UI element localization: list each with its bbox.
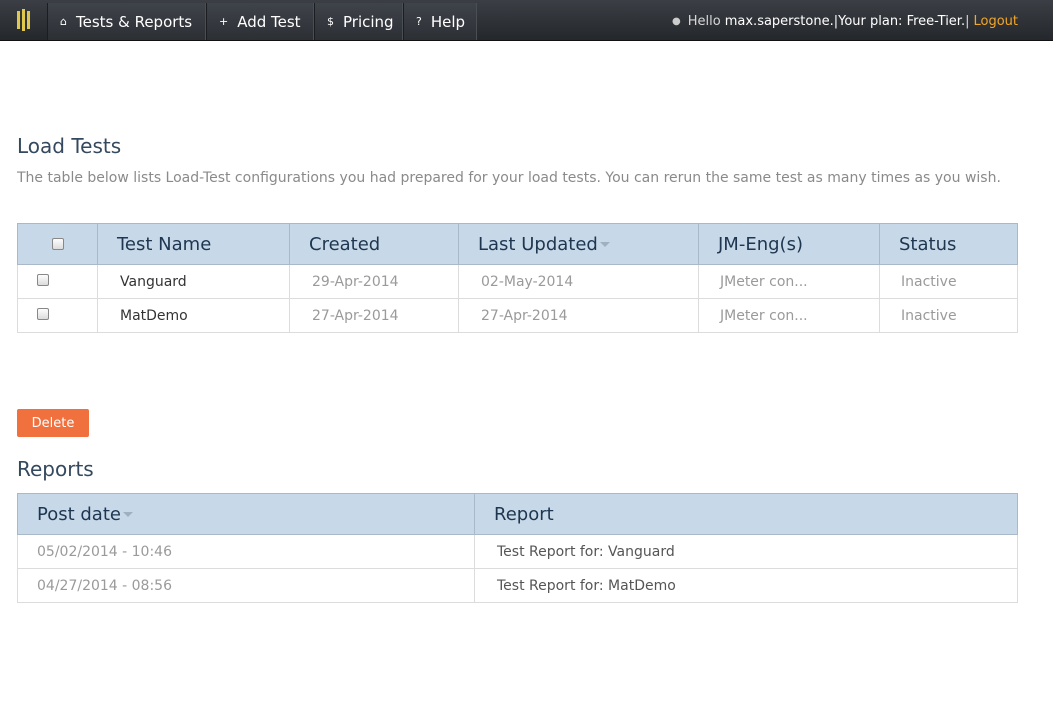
- load-tests-table: Test Name Created Last Updated JM-Eng(s)…: [17, 223, 1018, 333]
- test-name-link[interactable]: MatDemo: [97, 298, 290, 333]
- reports-title: Reports: [17, 457, 94, 481]
- nav-pricing[interactable]: $ Pricing: [314, 3, 403, 40]
- logo-icon[interactable]: [0, 0, 46, 40]
- engines-cell: JMeter con...: [698, 298, 880, 333]
- delete-button[interactable]: Delete: [17, 409, 89, 437]
- separator: |: [965, 14, 970, 29]
- home-icon: ⌂: [60, 15, 67, 28]
- row-select-cell: [17, 298, 98, 333]
- report-link[interactable]: Test Report for: Vanguard: [474, 534, 1018, 569]
- col-created[interactable]: Created: [289, 223, 459, 265]
- nav-tests-reports-label: Tests & Reports: [75, 12, 193, 31]
- updated-cell: 27-Apr-2014: [458, 298, 699, 333]
- reports-header-row: Post date Report: [17, 493, 1018, 535]
- select-all-header: [17, 223, 98, 265]
- col-last-updated-label: Last Updated: [478, 233, 598, 255]
- nav-tests-reports[interactable]: ⌂ Tests & Reports: [47, 3, 206, 40]
- post-date-cell: 04/27/2014 - 08:56: [17, 568, 475, 603]
- sort-desc-icon: [599, 242, 610, 247]
- created-cell: 29-Apr-2014: [289, 264, 459, 299]
- status-cell: Inactive: [879, 298, 1018, 333]
- updated-cell: 02-May-2014: [458, 264, 699, 299]
- row-checkbox[interactable]: [37, 273, 49, 286]
- question-icon: ?: [416, 15, 422, 28]
- report-link[interactable]: Test Report for: MatDemo: [474, 568, 1018, 603]
- col-post-date[interactable]: Post date: [17, 493, 475, 535]
- logout-link[interactable]: Logout: [973, 14, 1018, 29]
- row-checkbox[interactable]: [37, 307, 49, 320]
- user-bar: ● Hello max.saperstone. |Your plan: Free…: [672, 14, 1018, 29]
- col-last-updated[interactable]: Last Updated: [458, 223, 699, 265]
- col-report[interactable]: Report: [474, 493, 1018, 535]
- table-row: MatDemo 27-Apr-2014 27-Apr-2014 JMeter c…: [17, 298, 1018, 333]
- status-cell: Inactive: [879, 264, 1018, 299]
- table-row: Vanguard 29-Apr-2014 02-May-2014 JMeter …: [17, 264, 1018, 299]
- col-jm-engs[interactable]: JM-Eng(s): [698, 223, 880, 265]
- load-tests-description: The table below lists Load-Test configur…: [17, 170, 1001, 186]
- top-navbar: ⌂ Tests & Reports + Add Test $ Pricing ?…: [0, 0, 1053, 41]
- col-post-date-label: Post date: [37, 503, 121, 525]
- reports-table: Post date Report 05/02/2014 - 10:46 Test…: [17, 493, 1018, 603]
- plus-icon: +: [219, 15, 229, 28]
- col-status[interactable]: Status: [879, 223, 1018, 265]
- created-cell: 27-Apr-2014: [289, 298, 459, 333]
- plan-text: |Your plan: Free-Tier.: [833, 14, 966, 29]
- dollar-icon: $: [327, 15, 334, 28]
- col-test-name[interactable]: Test Name: [97, 223, 290, 265]
- load-tests-title: Load Tests: [17, 134, 122, 158]
- nav-help-label: Help: [430, 12, 466, 31]
- post-date-cell: 05/02/2014 - 10:46: [17, 534, 475, 569]
- row-select-cell: [17, 264, 98, 299]
- nav-pricing-label: Pricing: [343, 12, 394, 31]
- load-tests-header-row: Test Name Created Last Updated JM-Eng(s)…: [17, 223, 1018, 265]
- nav-add-test-label: Add Test: [237, 12, 301, 31]
- user-icon: ●: [672, 16, 681, 27]
- select-all-checkbox[interactable]: [51, 237, 64, 250]
- sort-desc-icon: [122, 512, 133, 517]
- table-row: 05/02/2014 - 10:46 Test Report for: Vang…: [17, 534, 1018, 569]
- test-name-link[interactable]: Vanguard: [97, 264, 290, 299]
- nav-help[interactable]: ? Help: [403, 3, 477, 40]
- greeting-text: Hello: [687, 14, 721, 29]
- engines-cell: JMeter con...: [698, 264, 880, 299]
- username: max.saperstone.: [724, 14, 834, 29]
- nav-add-test[interactable]: + Add Test: [206, 3, 314, 40]
- table-row: 04/27/2014 - 08:56 Test Report for: MatD…: [17, 568, 1018, 603]
